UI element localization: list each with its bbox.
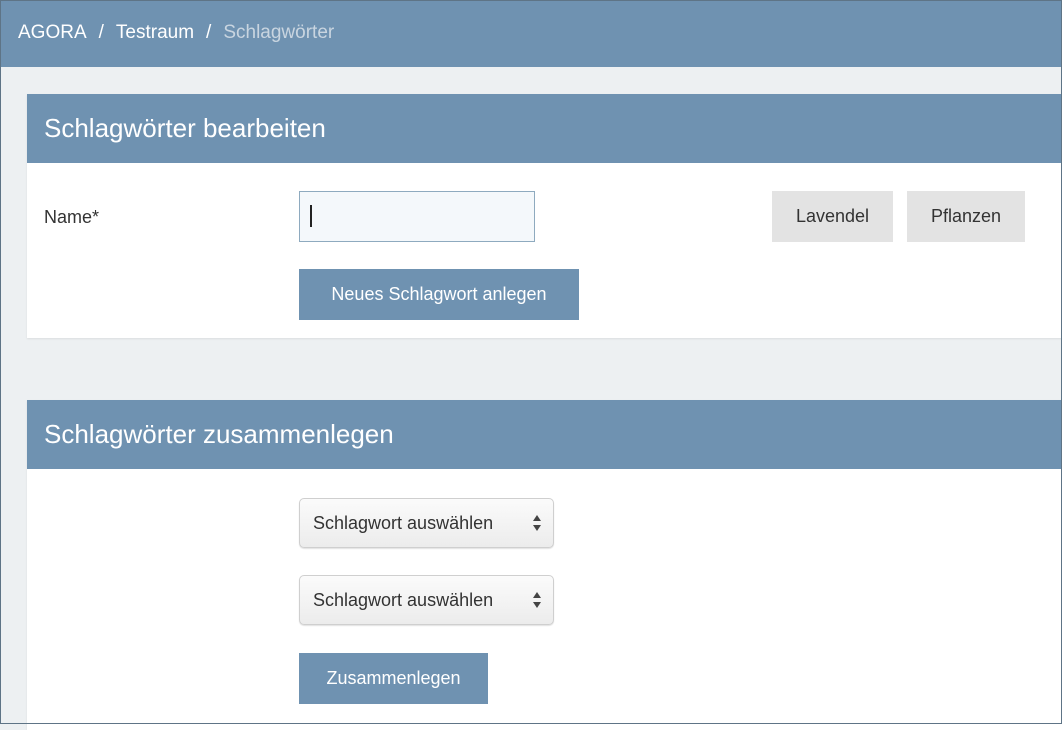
name-input[interactable] <box>299 191 535 242</box>
keyword-select-1[interactable]: Schlagwort auswählen <box>299 498 554 548</box>
edit-panel-title: Schlagwörter bearbeiten <box>27 94 1062 163</box>
merge-button[interactable]: Zusammenlegen <box>299 653 488 704</box>
name-field-wrapper <box>299 191 535 242</box>
breadcrumb-separator: / <box>206 22 212 43</box>
tag-pflanzen[interactable]: Pflanzen <box>907 191 1025 242</box>
keyword-select-2-value: Schlagwort auswählen <box>313 590 494 610</box>
tag-lavendel[interactable]: Lavendel <box>772 191 893 242</box>
breadcrumb: AGORA / Testraum / Schlagwörter <box>18 22 334 44</box>
breadcrumb-current: Schlagwörter <box>223 22 335 43</box>
select-arrows-icon <box>533 515 541 531</box>
top-bar: AGORA / Testraum / Schlagwörter <box>0 0 1062 67</box>
select-arrows-icon <box>533 592 541 608</box>
breadcrumb-separator: / <box>98 22 104 43</box>
breadcrumb-agora[interactable]: AGORA <box>18 22 87 44</box>
merge-panel-title: Schlagwörter zusammenlegen <box>27 400 1062 469</box>
create-keyword-button[interactable]: Neues Schlagwort anlegen <box>299 269 579 320</box>
breadcrumb-testraum[interactable]: Testraum <box>116 22 194 44</box>
merge-keywords-panel: Schlagwörter zusammenlegen Schlagwort au… <box>27 400 1062 730</box>
name-label: Name* <box>44 207 100 227</box>
keyword-select-1-value: Schlagwort auswählen <box>313 513 494 533</box>
keyword-select-2[interactable]: Schlagwort auswählen <box>299 575 554 625</box>
edit-keywords-panel: Schlagwörter bearbeiten Name* Neues Schl… <box>27 94 1062 338</box>
text-cursor <box>310 205 312 227</box>
